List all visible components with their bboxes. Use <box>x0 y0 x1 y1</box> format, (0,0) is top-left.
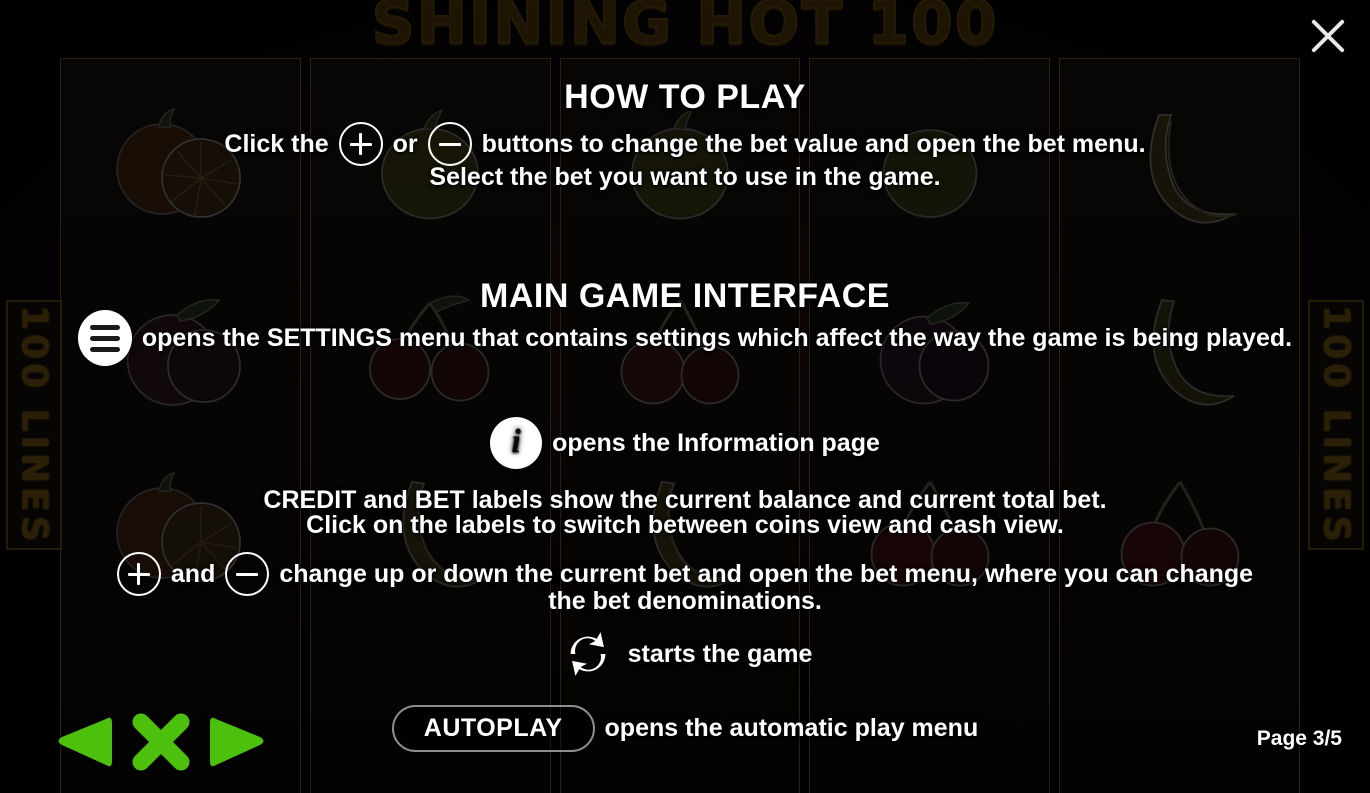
credit-bet-line-2: Click on the labels to switch between co… <box>306 511 1064 539</box>
info-description: opens the Information page <box>552 428 880 457</box>
bet-controls-description: change up or down the current bet and op… <box>279 559 1254 588</box>
settings-row: opens the SETTINGS menu that contains se… <box>0 310 1370 366</box>
autoplay-button[interactable]: AUTOPLAY <box>391 705 595 752</box>
previous-page-button[interactable] <box>50 709 112 775</box>
bet-controls-description-2: the bet denominations. <box>548 587 822 615</box>
how-to-play-or: or <box>392 129 418 158</box>
how-to-play-text-after: buttons to change the bet value and open… <box>481 129 1146 158</box>
menu-bar <box>89 346 120 352</box>
info-icon[interactable]: i <box>490 417 543 469</box>
hamburger-menu-icon[interactable] <box>77 310 132 366</box>
close-help-button[interactable] <box>128 709 194 775</box>
how-to-play-title: HOW TO PLAY <box>564 78 806 116</box>
info-row: i opens the Information page <box>0 417 1370 469</box>
help-navigation <box>50 709 272 775</box>
menu-bar <box>89 335 120 341</box>
help-content: HOW TO PLAY Click the or buttons to chan… <box>0 0 1370 793</box>
bet-controls-and: and <box>170 559 216 588</box>
plus-circle-icon[interactable] <box>338 122 383 166</box>
how-to-play-line-2: Select the bet you want to use in the ga… <box>429 163 941 191</box>
game-help-screen: SHINING HOT 100 100 LINES 100 LINES HOW … <box>0 0 1370 793</box>
spin-row: starts the game <box>0 625 1370 683</box>
refresh-spin-icon[interactable] <box>558 625 618 683</box>
close-icon[interactable] <box>1304 12 1352 60</box>
autoplay-description: opens the automatic play menu <box>604 714 979 742</box>
info-glyph: i <box>511 423 521 460</box>
menu-bar <box>89 324 120 330</box>
next-page-button[interactable] <box>210 709 272 775</box>
how-to-play-text-before: Click the <box>224 129 329 158</box>
minus-circle-icon[interactable] <box>427 122 472 166</box>
settings-description: opens the SETTINGS menu that contains se… <box>141 323 1293 352</box>
how-to-play-line-1: Click the or buttons to change the bet v… <box>0 122 1370 166</box>
page-indicator: Page 3/5 <box>1256 727 1342 750</box>
spin-description: starts the game <box>627 639 813 668</box>
